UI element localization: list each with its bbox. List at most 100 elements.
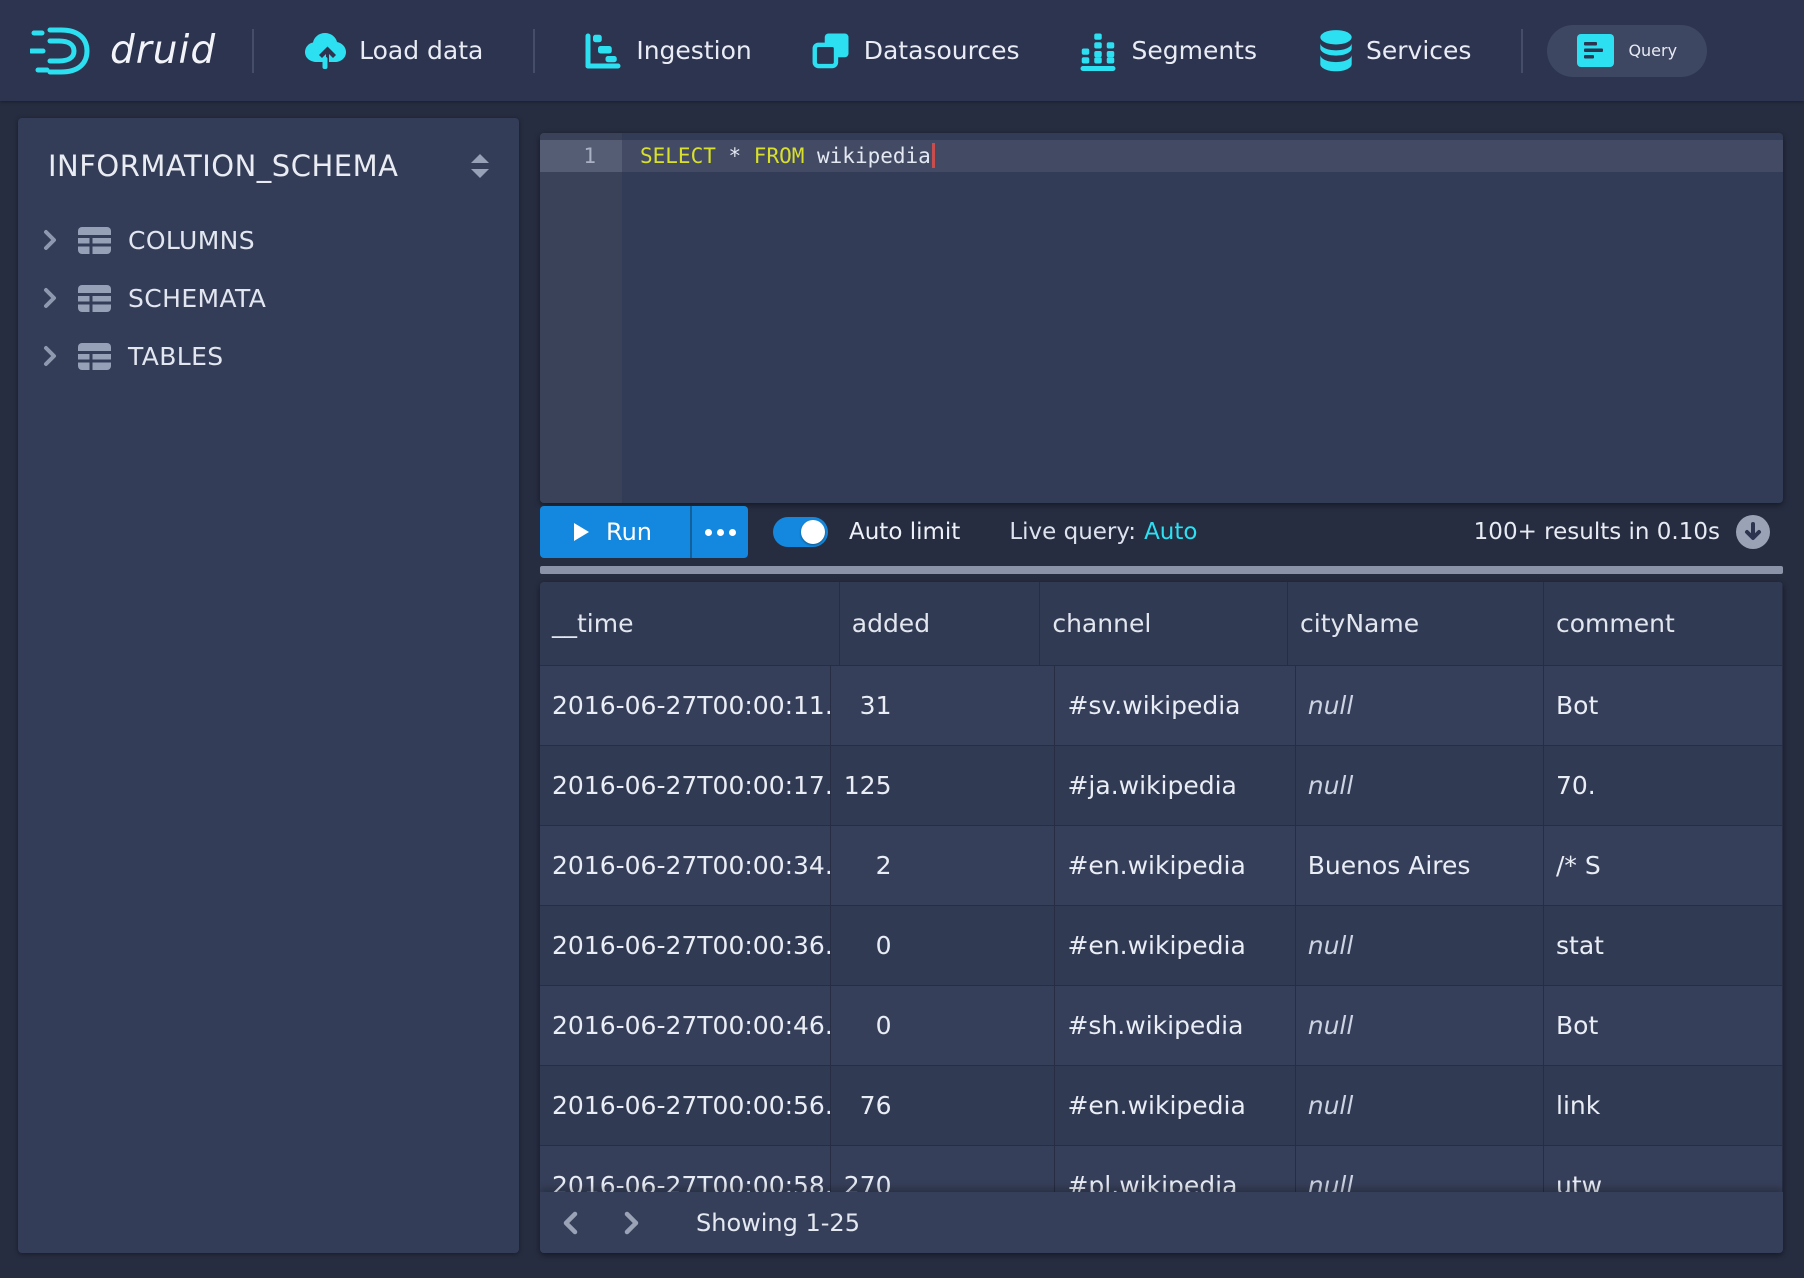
table-cell[interactable]: #sh.wikipedia (1055, 986, 1295, 1066)
run-button-label: Run (606, 518, 652, 546)
sql-keyword: SELECT (640, 144, 716, 168)
table-row: 2016-06-27T00:00:34.959Z2#en.wikipediaBu… (540, 826, 1783, 906)
column-header-channel[interactable]: channel (1040, 582, 1288, 666)
table-row: 2016-06-27T00:00:46.874Z0#sh.wikipedianu… (540, 986, 1783, 1066)
live-query-value[interactable]: Auto (1144, 519, 1197, 545)
schema-tree: COLUMNS SCHEMATA (18, 203, 519, 385)
table-cell[interactable]: 70. (1544, 746, 1783, 826)
previous-page-button[interactable] (548, 1201, 592, 1245)
sql-table-name: wikipedia (804, 144, 930, 168)
stacked-squares-icon (811, 31, 851, 71)
sql-line-1: 1 SELECT * FROM wikipedia (540, 140, 1783, 172)
download-results-button[interactable] (1736, 515, 1770, 549)
table-cell[interactable]: 2016-06-27T00:00:36.027Z (540, 906, 831, 986)
table-cell[interactable]: stat (1544, 906, 1783, 986)
table-cell[interactable]: /* S (1544, 826, 1783, 906)
navbar: druid Load data Ingestion (0, 0, 1804, 101)
chevron-right-icon (624, 1211, 639, 1235)
table-cell[interactable]: 31 (831, 666, 1056, 746)
table-cell[interactable]: null (1296, 986, 1544, 1066)
dot (705, 529, 712, 536)
database-icon (1319, 30, 1353, 72)
table-icon (78, 341, 111, 371)
sql-keyword: FROM (754, 144, 805, 168)
table-cell[interactable]: 2 (831, 826, 1056, 906)
table-cell[interactable]: 0 (831, 906, 1056, 986)
double-caret-vertical-icon[interactable] (469, 153, 491, 179)
table-cell[interactable]: #en.wikipedia (1055, 906, 1295, 986)
navbar-divider (252, 29, 254, 73)
dot (729, 529, 736, 536)
table-cell[interactable]: #en.wikipedia (1055, 1066, 1295, 1146)
nav-item-label: Segments (1131, 36, 1257, 65)
table-cell[interactable]: link (1544, 1066, 1783, 1146)
table-cell[interactable]: #sv.wikipedia (1055, 666, 1295, 746)
table-icon (78, 283, 111, 313)
tree-item-schemata[interactable]: SCHEMATA (18, 269, 519, 327)
nav-item-segments[interactable]: Segments (1078, 31, 1257, 71)
table-cell[interactable]: Bot (1544, 986, 1783, 1066)
table-cell[interactable]: 0 (831, 986, 1056, 1066)
table-cell[interactable]: null (1296, 746, 1544, 826)
panel-splitter[interactable] (540, 566, 1783, 574)
run-more-options-button[interactable] (690, 506, 748, 558)
table-cell[interactable]: 2016-06-27T00:00:11.080Z (540, 666, 831, 746)
nav-item-label: Query (1628, 41, 1677, 60)
sql-code[interactable]: SELECT * FROM wikipedia (622, 140, 1783, 172)
dot (717, 529, 724, 536)
tree-item-label: SCHEMATA (128, 284, 266, 313)
gantt-chart-icon (583, 31, 623, 71)
chevron-right-icon (43, 287, 57, 309)
nav-item-load-data[interactable]: Load data (304, 31, 483, 71)
table-cell[interactable]: null (1296, 1066, 1544, 1146)
table-cell[interactable]: #ja.wikipedia (1055, 746, 1295, 826)
navbar-divider (533, 29, 535, 73)
table-cell[interactable]: 2016-06-27T00:00:34.959Z (540, 826, 831, 906)
table-icon (78, 225, 111, 255)
results-footer: Showing 1-25 (540, 1192, 1783, 1253)
column-header-time[interactable]: __time (540, 582, 840, 666)
column-header-comment[interactable]: comment (1544, 582, 1783, 666)
nav-item-label: Load data (359, 36, 483, 65)
table-cell[interactable]: 76 (831, 1066, 1056, 1146)
column-header-added[interactable]: added (840, 582, 1041, 666)
druid-logo-icon (30, 27, 96, 75)
chevron-left-icon (563, 1211, 578, 1235)
navbar-divider (1521, 29, 1523, 73)
schema-sidebar: INFORMATION_SCHEMA COLUMNS (18, 118, 519, 1253)
next-page-button[interactable] (609, 1201, 653, 1245)
tree-item-tables[interactable]: TABLES (18, 327, 519, 385)
nav-item-ingestion[interactable]: Ingestion (583, 31, 751, 71)
table-cell[interactable]: 125 (831, 746, 1056, 826)
nav-item-query-active[interactable]: Query (1547, 25, 1707, 77)
table-cell[interactable]: Bot (1544, 666, 1783, 746)
sql-star: * (716, 144, 754, 168)
tree-item-label: COLUMNS (128, 226, 255, 255)
nav-item-label: Services (1366, 36, 1471, 65)
toggle-knob (801, 520, 825, 544)
tree-item-label: TABLES (128, 342, 224, 371)
column-header-cityname[interactable]: cityName (1288, 582, 1544, 666)
download-arrow-icon (1744, 522, 1762, 542)
brand-wordmark: druid (110, 28, 216, 73)
nav-item-label: Ingestion (636, 36, 751, 65)
table-cell[interactable]: Buenos Aires (1296, 826, 1544, 906)
table-cell[interactable]: 2016-06-27T00:00:56.913Z (540, 1066, 831, 1146)
table-cell[interactable]: #en.wikipedia (1055, 826, 1295, 906)
run-bar: Run Auto limit Live query:Auto 100+ resu… (540, 506, 1783, 558)
run-button[interactable]: Run (540, 506, 690, 558)
druid-console: druid Load data Ingestion (0, 0, 1804, 1278)
console-icon (1577, 34, 1614, 67)
table-cell[interactable]: 2016-06-27T00:00:46.874Z (540, 986, 831, 1066)
table-cell[interactable]: null (1296, 906, 1544, 986)
nav-item-services[interactable]: Services (1319, 30, 1471, 72)
table-row: 2016-06-27T00:00:11.080Z31#sv.wikipedian… (540, 666, 1783, 746)
auto-limit-toggle[interactable] (773, 517, 828, 547)
sql-editor[interactable]: 1 SELECT * FROM wikipedia (540, 133, 1783, 503)
table-cell[interactable]: 2016-06-27T00:00:17.457Z (540, 746, 831, 826)
table-cell[interactable]: null (1296, 666, 1544, 746)
chevron-right-icon (43, 345, 57, 367)
nav-item-datasources[interactable]: Datasources (811, 31, 1020, 71)
tree-item-columns[interactable]: COLUMNS (18, 211, 519, 269)
stacked-chart-icon (1078, 31, 1118, 71)
